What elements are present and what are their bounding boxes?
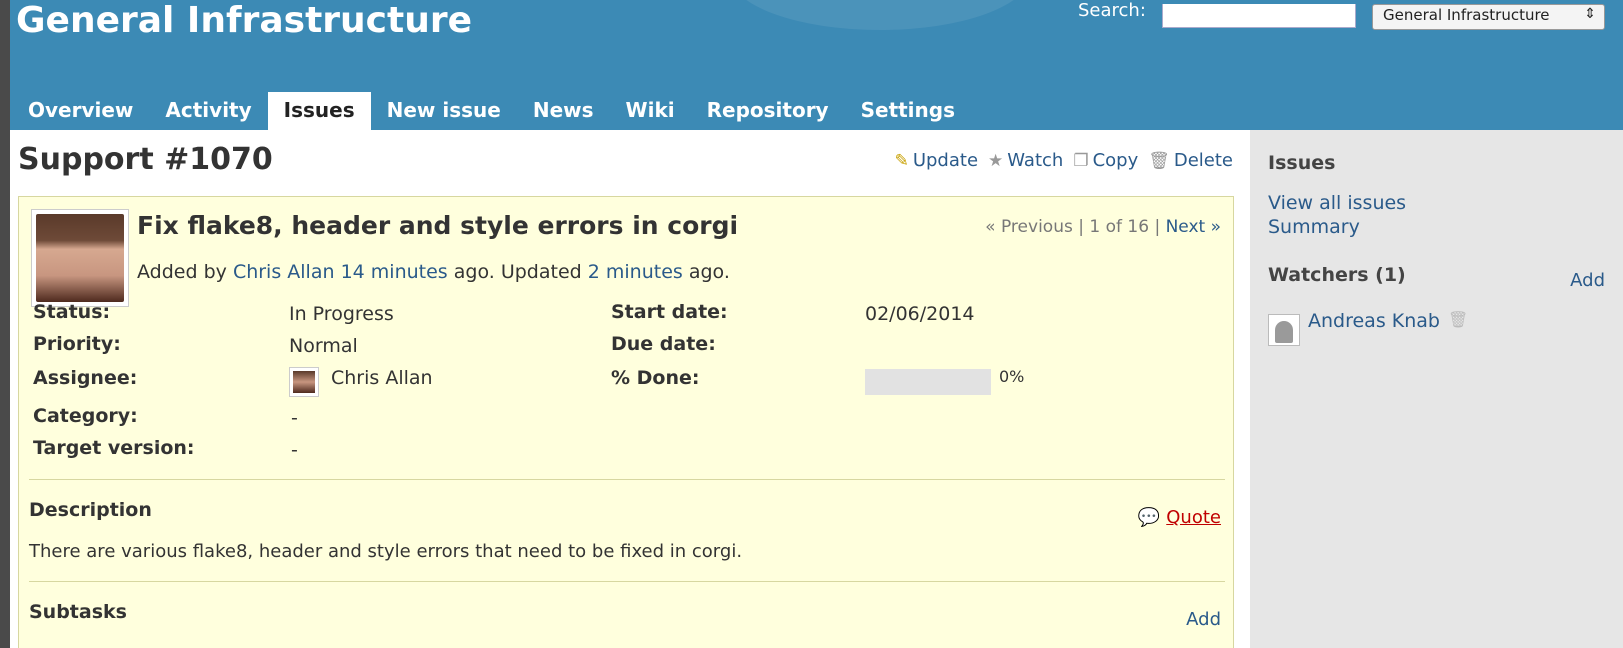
- quote-label: Quote: [1166, 507, 1221, 528]
- issue-box: Fix flake8, header and style errors in c…: [18, 196, 1234, 648]
- issue-subject: Fix flake8, header and style errors in c…: [137, 211, 739, 240]
- divider: [29, 581, 1225, 582]
- update-label: Update: [912, 150, 979, 171]
- view-all-issues-link[interactable]: View all issues: [1268, 192, 1406, 214]
- done-value: 0%: [999, 367, 1025, 386]
- main-menu: Overview Activity Issues New issue News …: [12, 92, 971, 130]
- search-label: Search:: [1078, 0, 1146, 21]
- tab-new-issue[interactable]: New issue: [371, 92, 517, 130]
- pencil-icon: ✎: [894, 151, 909, 171]
- watcher-link[interactable]: Andreas Knab: [1308, 310, 1440, 332]
- priority-value: Normal: [289, 335, 358, 357]
- assignee-label: Assignee:: [33, 367, 138, 389]
- due-date-label: Due date:: [611, 333, 716, 355]
- author-link[interactable]: Chris Allan: [233, 261, 335, 283]
- add-subtask-link[interactable]: Add: [1186, 609, 1221, 630]
- previous-link[interactable]: « Previous: [985, 217, 1073, 237]
- watcher-avatar: [1268, 314, 1300, 346]
- select-arrow-icon: ⇕: [1584, 6, 1596, 22]
- nav-separator: |: [1078, 217, 1084, 237]
- category-value: -: [291, 407, 298, 429]
- tab-repository[interactable]: Repository: [691, 92, 845, 130]
- contextual-actions: ✎ Update ★ Watch ❐ Copy 🗑 Delete: [895, 150, 1233, 171]
- divider: [29, 479, 1225, 480]
- description-text: There are various flake8, header and sty…: [29, 541, 743, 562]
- watermark: [730, 0, 1030, 30]
- nav-separator: |: [1154, 217, 1161, 237]
- added-by-text: Added by: [137, 261, 227, 283]
- watch-link[interactable]: ★ Watch: [988, 150, 1063, 171]
- next-link[interactable]: Next »: [1166, 217, 1221, 237]
- author-avatar: [31, 209, 129, 307]
- comment-icon: 💬: [1137, 507, 1161, 528]
- project-select[interactable]: General Infrastructure ⇕: [1372, 4, 1605, 30]
- done-label: % Done:: [611, 367, 700, 389]
- tab-overview[interactable]: Overview: [12, 92, 149, 130]
- add-watcher-link[interactable]: Add: [1570, 270, 1605, 291]
- priority-label: Priority:: [33, 333, 121, 355]
- site-title[interactable]: General Infrastructure: [16, 0, 472, 41]
- trash-icon: 🗑: [1148, 151, 1170, 171]
- default-user-icon: [1275, 321, 1293, 343]
- status-label: Status:: [33, 301, 111, 323]
- delete-link[interactable]: 🗑 Delete: [1148, 150, 1233, 171]
- updated-text: ago. Updated: [453, 261, 582, 283]
- author-line: Added by Chris Allan 14 minutes ago. Upd…: [137, 261, 730, 283]
- summary-link[interactable]: Summary: [1268, 216, 1360, 238]
- watchers-heading: Watchers (1): [1268, 264, 1406, 286]
- start-date-label: Start date:: [611, 301, 728, 323]
- page-title: Support #1070: [18, 142, 273, 177]
- delete-label: Delete: [1173, 150, 1233, 171]
- subtasks-heading: Subtasks: [29, 601, 127, 623]
- ago-text: ago.: [688, 261, 730, 283]
- search-input[interactable]: [1162, 4, 1356, 28]
- done-progress-bar: [865, 369, 991, 395]
- update-link[interactable]: ✎ Update: [895, 150, 978, 171]
- author-photo: [36, 214, 124, 302]
- tab-wiki[interactable]: Wiki: [610, 92, 691, 130]
- tab-settings[interactable]: Settings: [845, 92, 971, 130]
- copy-icon: ❐: [1073, 151, 1089, 171]
- copy-link[interactable]: ❐ Copy: [1073, 150, 1138, 171]
- assignee-link[interactable]: Chris Allan: [331, 367, 433, 389]
- description-heading: Description: [29, 499, 152, 521]
- window-edge: [0, 0, 10, 648]
- assignee-avatar: [289, 367, 319, 397]
- status-value: In Progress: [289, 303, 394, 325]
- watch-label: Watch: [1007, 150, 1064, 171]
- remove-watcher-icon[interactable]: 🗑: [1448, 310, 1468, 329]
- header: General Infrastructure Search: General I…: [0, 0, 1623, 130]
- created-time-link[interactable]: 14 minutes: [341, 261, 448, 283]
- issue-navigation: « Previous | 1 of 16 | Next »: [985, 217, 1221, 237]
- nav-position: 1 of 16: [1089, 217, 1150, 237]
- target-version-value: -: [291, 439, 298, 461]
- copy-label: Copy: [1092, 150, 1139, 171]
- star-icon: ★: [988, 151, 1004, 171]
- start-date-value: 02/06/2014: [865, 303, 975, 325]
- project-select-value: General Infrastructure: [1383, 6, 1550, 24]
- category-label: Category:: [33, 405, 138, 427]
- issues-heading: Issues: [1268, 152, 1336, 174]
- sidebar: Issues View all issues Summary Watchers …: [1250, 130, 1623, 648]
- tab-activity[interactable]: Activity: [149, 92, 267, 130]
- tab-issues[interactable]: Issues: [267, 92, 371, 130]
- quote-link[interactable]: 💬 Quote: [1138, 507, 1221, 528]
- assignee-photo: [293, 371, 315, 393]
- tab-news[interactable]: News: [517, 92, 610, 130]
- updated-time-link[interactable]: 2 minutes: [588, 261, 683, 283]
- target-version-label: Target version:: [33, 437, 195, 459]
